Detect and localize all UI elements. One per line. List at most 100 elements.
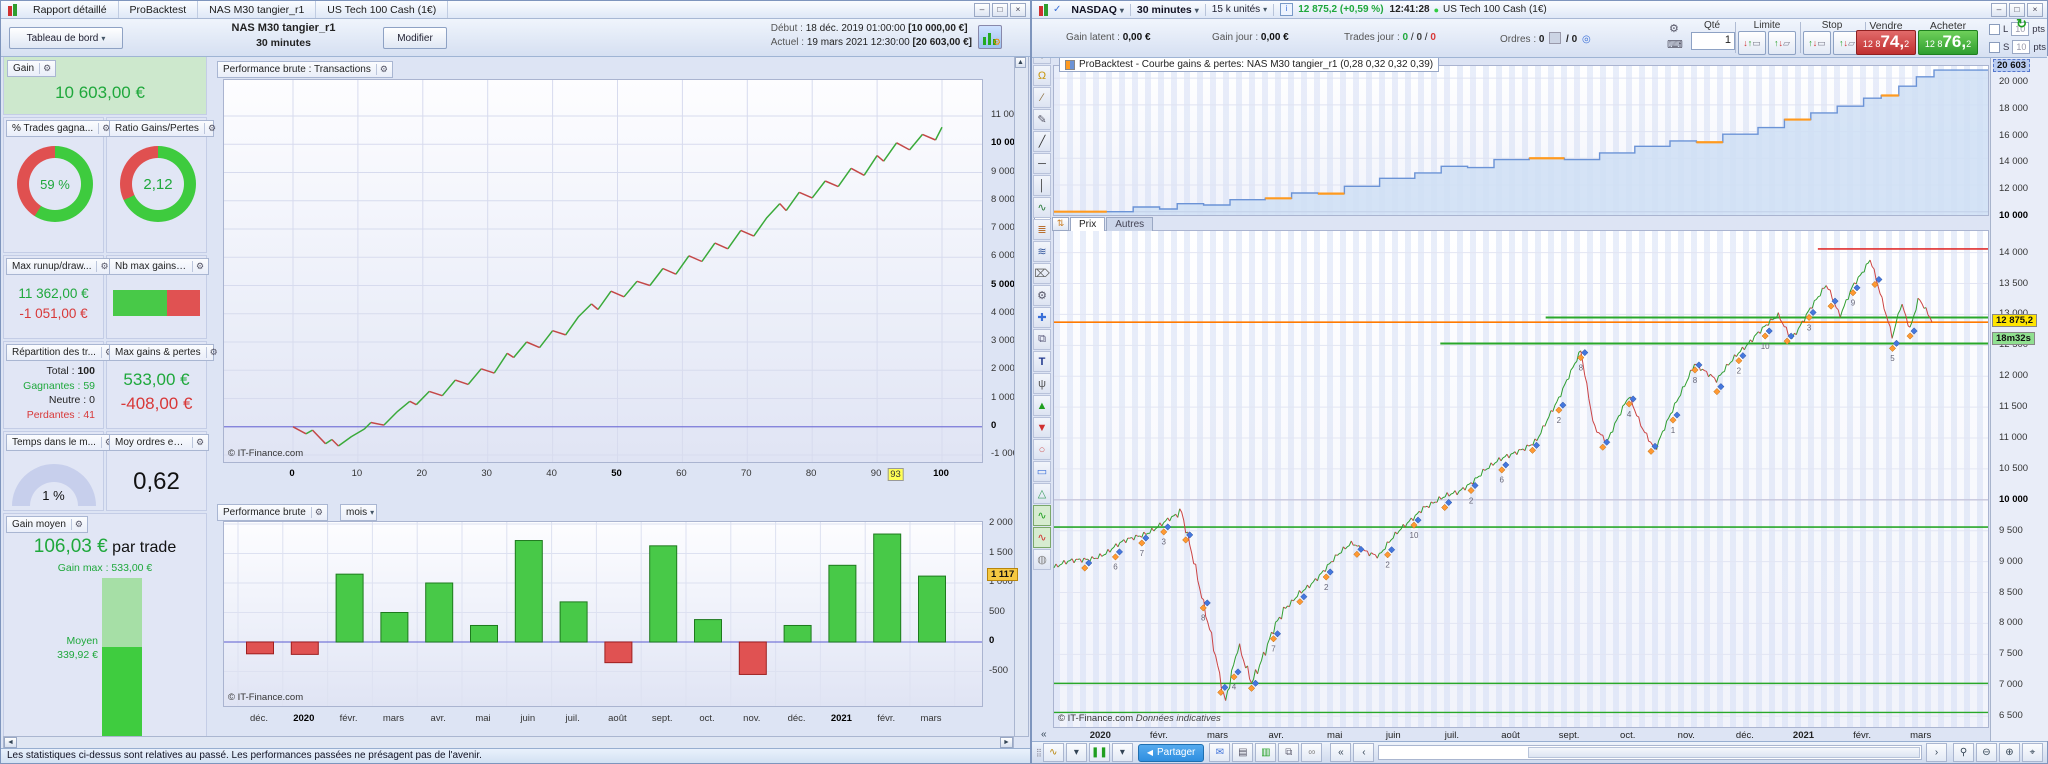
- reorder-button[interactable]: ⇅: [1052, 217, 1069, 231]
- wrench-icon[interactable]: ⚙: [39, 63, 53, 74]
- trading-wrench-icon[interactable]: ⚙: [1669, 22, 1679, 35]
- units-select[interactable]: 15 k unités: [1212, 4, 1267, 15]
- backtest-settings-icon[interactable]: ⚙: [978, 25, 1002, 49]
- toolbar-chart-type-caret-icon[interactable]: ▾: [1111, 743, 1133, 762]
- tool-horizontal-line-icon[interactable]: ─: [1033, 153, 1051, 174]
- tool-text-icon[interactable]: T: [1033, 351, 1051, 372]
- report-vertical-scrollbar[interactable]: ▲: [1014, 56, 1029, 737]
- tool-rectangle-icon[interactable]: ▭: [1033, 461, 1051, 482]
- toolbar-indicators-caret-icon[interactable]: ▾: [1065, 743, 1087, 762]
- modify-button[interactable]: Modifier: [383, 27, 447, 49]
- chart-scrollbar[interactable]: [1378, 745, 1922, 760]
- period-select[interactable]: mois: [340, 504, 378, 521]
- page-next-button[interactable]: ›: [1926, 743, 1947, 762]
- tab-instrument[interactable]: US Tech 100 Cash (1€): [316, 1, 449, 18]
- timeframe-select[interactable]: 30 minutes: [1137, 4, 1199, 16]
- tab-strategy[interactable]: NAS M30 tangier_r1: [198, 1, 317, 18]
- left-window-button[interactable]: ×: [1010, 2, 1026, 17]
- wrench-icon[interactable]: ⚙: [375, 64, 390, 75]
- monthly-plot[interactable]: [223, 521, 983, 707]
- tool-fibonacci-icon[interactable]: ≣: [1033, 219, 1051, 240]
- tool-settings-icon[interactable]: ⚙: [1033, 285, 1051, 306]
- page-first-button[interactable]: «: [1330, 743, 1352, 762]
- tool-alert-icon[interactable]: Ω: [1033, 65, 1051, 86]
- instrument-pin-icon[interactable]: ✓: [1053, 4, 1061, 15]
- gains-plot[interactable]: [1053, 65, 1989, 216]
- qty-input[interactable]: 1: [1691, 32, 1735, 50]
- price-plot[interactable]: © IT-Finance.com Données indicatives 6 7 3…: [1053, 230, 1989, 728]
- tool-arrow-down-icon[interactable]: ▼: [1033, 417, 1051, 438]
- toolbar-report-icon[interactable]: ▤: [1232, 743, 1254, 762]
- zoom-out-button[interactable]: ⊖: [1976, 743, 1997, 762]
- toolbar-indicators-icon[interactable]: ∿: [1042, 743, 1064, 762]
- tool-pattern-bearish-icon[interactable]: ∿: [1033, 527, 1051, 548]
- orders-settings-icon[interactable]: ◎: [1582, 34, 1591, 45]
- tool-polyline-icon[interactable]: ∿: [1033, 197, 1051, 218]
- buy-button[interactable]: 12 8 76, 2: [1918, 30, 1978, 55]
- tab-autres[interactable]: Autres: [1106, 217, 1154, 231]
- left-window-button[interactable]: □: [992, 2, 1008, 17]
- toolbar-chart-type-icon[interactable]: ❚❚: [1088, 743, 1110, 762]
- tool-pattern-bullish-icon[interactable]: ∿: [1033, 505, 1051, 526]
- wrench-icon[interactable]: ⚙: [203, 123, 218, 134]
- toolbar-bars-icon[interactable]: ▥: [1255, 743, 1277, 762]
- tool-triangle-icon[interactable]: △: [1033, 483, 1051, 504]
- wrench-icon[interactable]: ⚙: [310, 507, 325, 518]
- limit-sell-order-button[interactable]: ↓ ↑ ▭: [1738, 31, 1766, 55]
- cancel-orders-icon[interactable]: [1549, 32, 1562, 44]
- right-window-button[interactable]: □: [2009, 2, 2025, 17]
- partager-button[interactable]: ◀ Partager: [1137, 743, 1205, 762]
- stop-sell-order-button[interactable]: ↑ ↓ ▭: [1803, 31, 1831, 55]
- dashboard-select[interactable]: Tableau de bord: [9, 27, 123, 49]
- sell-button[interactable]: 12 8 74, 2: [1856, 30, 1916, 55]
- tool-trash-icon[interactable]: ⌦: [1033, 263, 1051, 284]
- wrench-icon[interactable]: ⚙: [192, 261, 206, 272]
- tool-ellipse-icon[interactable]: ○: [1033, 439, 1051, 460]
- gains-chart-chip[interactable]: ProBacktest - Courbe gains & pertes: NAS…: [1059, 57, 1440, 72]
- info-icon[interactable]: i: [1280, 3, 1294, 16]
- toolbar-drag-handle[interactable]: ⣿: [1036, 748, 1042, 757]
- right-window-button[interactable]: –: [1991, 2, 2007, 17]
- tool-ruler-icon[interactable]: ∕: [1033, 87, 1051, 108]
- stop-points-input[interactable]: 10: [2012, 40, 2031, 54]
- price-axis[interactable]: 20 000 18 000 16 000 14 000 12 000 10 000 20 6…: [1990, 56, 2048, 741]
- scroll-left-chip[interactable]: «: [1041, 729, 1047, 740]
- keyboard-icon[interactable]: ⌨: [1667, 38, 1683, 51]
- wrench-icon[interactable]: ⚙: [192, 437, 206, 448]
- toolbar-screens-icon[interactable]: ⧉: [1278, 743, 1300, 762]
- tool-vertical-line-icon[interactable]: │: [1033, 175, 1051, 196]
- toolbar-comment-icon[interactable]: ✉: [1209, 743, 1231, 762]
- tool-circle-tool-icon[interactable]: ◍: [1033, 549, 1051, 570]
- zoom-fit-button[interactable]: ⚲: [1953, 743, 1974, 762]
- left-window-button[interactable]: –: [974, 2, 990, 17]
- right-window-button[interactable]: ×: [2027, 2, 2043, 17]
- tab-rapport-detaille[interactable]: Rapport détaillé: [22, 1, 119, 18]
- svg-text:8: 8: [1693, 376, 1698, 385]
- monthly-y-tick: 500: [989, 605, 1005, 617]
- gain-value: 10 603,00 €: [55, 83, 145, 102]
- wrench-icon[interactable]: ⚙: [70, 519, 85, 530]
- tab-probacktest[interactable]: ProBacktest: [119, 1, 199, 18]
- equity-plot[interactable]: [223, 79, 983, 463]
- page-prev-button[interactable]: ‹: [1353, 743, 1375, 762]
- tab-prix[interactable]: Prix: [1070, 217, 1106, 231]
- zoom-in-button[interactable]: ⊕: [1999, 743, 2020, 762]
- tool-pitchfork-icon[interactable]: ψ: [1033, 373, 1051, 394]
- tool-move-icon[interactable]: ✚: [1033, 307, 1051, 328]
- price-pointer-button[interactable]: ⌖: [2022, 743, 2043, 762]
- symbol-select[interactable]: NASDAQ: [1071, 4, 1124, 16]
- limit-buy-order-button[interactable]: ↑ ↓ ▱: [1768, 31, 1796, 55]
- tool-pencil-icon[interactable]: ✎: [1033, 109, 1051, 130]
- equity-x-tick: 40: [546, 468, 557, 479]
- month-label: juil.: [1444, 730, 1460, 741]
- wrench-icon[interactable]: ⚙: [205, 347, 220, 358]
- tool-duplicate-icon[interactable]: ⧉: [1033, 329, 1051, 350]
- gain-moyen-bar-light: [102, 578, 142, 648]
- limit-checkbox[interactable]: [1989, 23, 2000, 35]
- tool-multi-segment-icon[interactable]: ≋: [1033, 241, 1051, 262]
- stop-checkbox[interactable]: [1989, 41, 2000, 53]
- tool-arrow-up-icon[interactable]: ▲: [1033, 395, 1051, 416]
- toolbar-link-icon[interactable]: ∞: [1301, 743, 1323, 762]
- tool-trendline-icon[interactable]: ╱: [1033, 131, 1051, 152]
- trades-win: 0: [1402, 32, 1409, 43]
